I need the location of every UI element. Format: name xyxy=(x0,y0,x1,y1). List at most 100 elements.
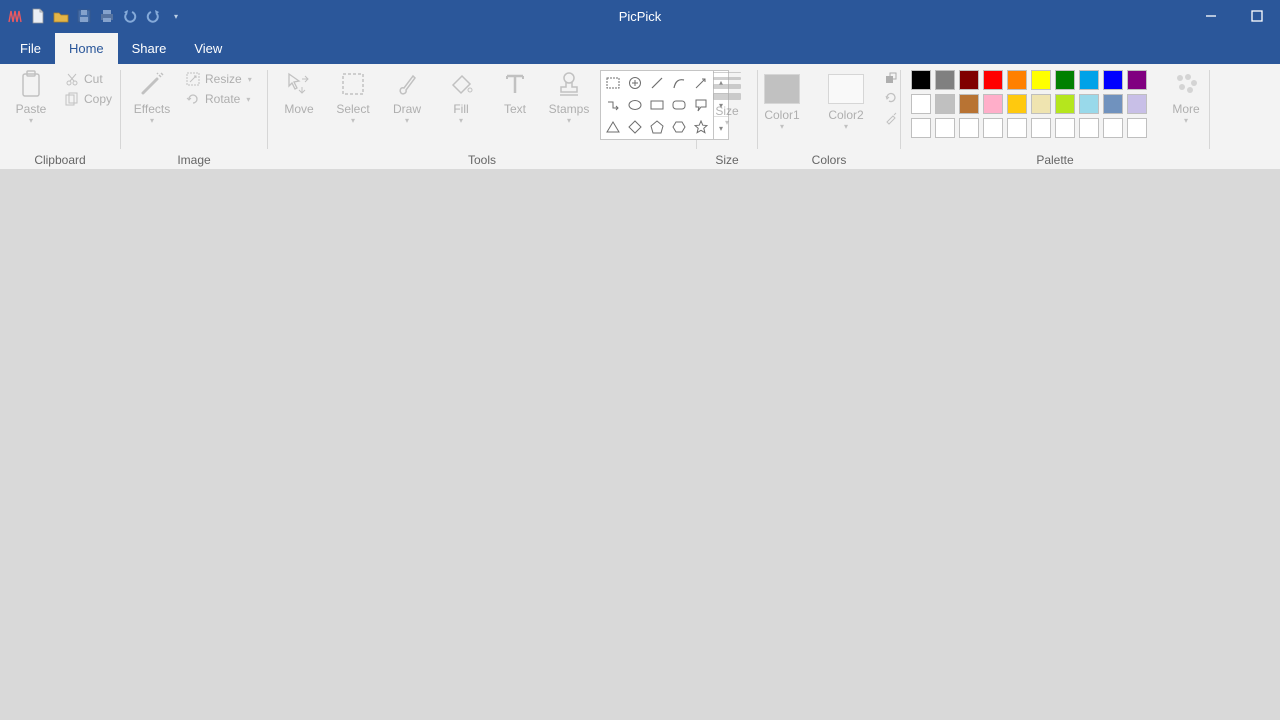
palette-swatch[interactable] xyxy=(1031,118,1051,138)
qat-customize-icon[interactable]: ▾ xyxy=(167,7,185,25)
eyedropper-icon[interactable] xyxy=(883,110,899,126)
shape-line-icon[interactable] xyxy=(646,72,668,94)
shape-pentagon-icon[interactable] xyxy=(646,116,668,138)
new-file-icon[interactable] xyxy=(29,7,47,25)
fill-button[interactable]: Fill ▾ xyxy=(434,66,488,125)
move-button[interactable]: Move xyxy=(272,66,326,116)
palette-swatch[interactable] xyxy=(1079,94,1099,114)
maximize-button[interactable] xyxy=(1234,0,1280,32)
palette-swatch[interactable] xyxy=(1031,94,1051,114)
text-button[interactable]: Text xyxy=(488,66,542,116)
palette-swatch[interactable] xyxy=(1127,94,1147,114)
palette-swatch[interactable] xyxy=(1007,118,1027,138)
copy-label: Copy xyxy=(84,92,112,106)
shape-roundrect-icon[interactable] xyxy=(668,94,690,116)
palette-swatch[interactable] xyxy=(935,70,955,90)
undo-icon[interactable] xyxy=(121,7,139,25)
shape-ellipse-plus-icon[interactable] xyxy=(624,72,646,94)
tab-file[interactable]: File xyxy=(6,33,55,64)
palette-swatch[interactable] xyxy=(959,70,979,90)
draw-button[interactable]: Draw ▾ xyxy=(380,66,434,125)
palette-swatch[interactable] xyxy=(1079,70,1099,90)
palette-swatch[interactable] xyxy=(1079,118,1099,138)
rotate-label: Rotate xyxy=(205,92,240,106)
redo-icon[interactable] xyxy=(144,7,162,25)
rotate-button[interactable]: Rotate ▾ xyxy=(179,90,258,108)
tab-home[interactable]: Home xyxy=(55,33,118,64)
chevron-down-icon: ▾ xyxy=(1184,116,1188,125)
save-icon[interactable] xyxy=(75,7,93,25)
palette-swatch[interactable] xyxy=(959,118,979,138)
color1-label: Color1 xyxy=(764,108,799,122)
window-controls xyxy=(1188,0,1280,32)
palette-swatch[interactable] xyxy=(959,94,979,114)
palette-swatch[interactable] xyxy=(983,94,1003,114)
ribbon: Paste ▾ Cut Copy Clipboard xyxy=(0,64,1280,170)
open-file-icon[interactable] xyxy=(52,7,70,25)
brush-icon xyxy=(393,70,421,98)
color1-button[interactable]: Color1 ▾ xyxy=(755,66,809,131)
palette-swatch[interactable] xyxy=(1055,118,1075,138)
palette-swatch[interactable] xyxy=(1127,118,1147,138)
canvas-area[interactable] xyxy=(0,169,1280,720)
effects-button[interactable]: Effects ▾ xyxy=(125,66,179,125)
reset-colors-icon[interactable] xyxy=(883,90,899,106)
wand-icon xyxy=(138,70,166,98)
group-clipboard: Paste ▾ Cut Copy Clipboard xyxy=(0,64,120,169)
shape-hexagon-icon[interactable] xyxy=(668,116,690,138)
shape-rect-select-icon[interactable] xyxy=(602,72,624,94)
group-colors: Color1 ▾ Color2 ▾ Colors xyxy=(758,64,900,169)
palette-swatch[interactable] xyxy=(1103,118,1123,138)
palette-swatch[interactable] xyxy=(911,118,931,138)
print-icon[interactable] xyxy=(98,7,116,25)
paste-button[interactable]: Paste ▾ xyxy=(4,66,58,125)
palette-swatch[interactable] xyxy=(1103,94,1123,114)
more-label: More xyxy=(1172,102,1199,116)
palette-swatch[interactable] xyxy=(983,118,1003,138)
palette-swatch[interactable] xyxy=(1055,94,1075,114)
copy-button[interactable]: Copy xyxy=(58,90,118,108)
shape-ellipse-icon[interactable] xyxy=(624,94,646,116)
minimize-button[interactable] xyxy=(1188,0,1234,32)
palette-swatch[interactable] xyxy=(1007,70,1027,90)
text-label: Text xyxy=(504,102,526,116)
swap-colors-icon[interactable] xyxy=(883,70,899,86)
size-button[interactable]: Size ▾ xyxy=(700,66,754,127)
palette-swatch[interactable] xyxy=(935,118,955,138)
stamps-button[interactable]: Stamps ▾ xyxy=(542,66,596,125)
resize-button[interactable]: Resize ▾ xyxy=(179,70,258,88)
colors-group-label: Colors xyxy=(758,153,900,167)
color2-button[interactable]: Color2 ▾ xyxy=(819,66,873,131)
palette-swatch[interactable] xyxy=(1055,70,1075,90)
group-tools: Move Select ▾ Draw ▾ Fill xyxy=(268,64,696,169)
group-size: Size ▾ Size xyxy=(697,64,757,169)
shape-rectangle-icon[interactable] xyxy=(646,94,668,116)
more-colors-button[interactable]: More ▾ xyxy=(1159,66,1213,125)
quick-access-toolbar: ▾ xyxy=(0,7,185,25)
stamp-icon xyxy=(555,70,583,98)
tab-view[interactable]: View xyxy=(180,33,236,64)
resize-label: Resize xyxy=(205,72,242,86)
select-rect-icon xyxy=(339,70,367,98)
palette-swatch[interactable] xyxy=(911,70,931,90)
palette-dots-icon xyxy=(1172,70,1200,98)
tab-share[interactable]: Share xyxy=(118,33,181,64)
shape-connector-icon[interactable] xyxy=(602,94,624,116)
color-palette xyxy=(905,66,1155,140)
palette-swatch[interactable] xyxy=(983,70,1003,90)
shape-curve-icon[interactable] xyxy=(668,72,690,94)
palette-swatch[interactable] xyxy=(1031,70,1051,90)
chevron-down-icon: ▾ xyxy=(29,116,33,125)
effects-label: Effects xyxy=(134,102,170,116)
shape-triangle-icon[interactable] xyxy=(602,116,624,138)
cut-button[interactable]: Cut xyxy=(58,70,118,88)
palette-swatch[interactable] xyxy=(1127,70,1147,90)
palette-swatch[interactable] xyxy=(911,94,931,114)
bucket-icon xyxy=(447,70,475,98)
palette-swatch[interactable] xyxy=(1103,70,1123,90)
select-button[interactable]: Select ▾ xyxy=(326,66,380,125)
shape-diamond-icon[interactable] xyxy=(624,116,646,138)
fill-label: Fill xyxy=(453,102,468,116)
palette-swatch[interactable] xyxy=(935,94,955,114)
palette-swatch[interactable] xyxy=(1007,94,1027,114)
